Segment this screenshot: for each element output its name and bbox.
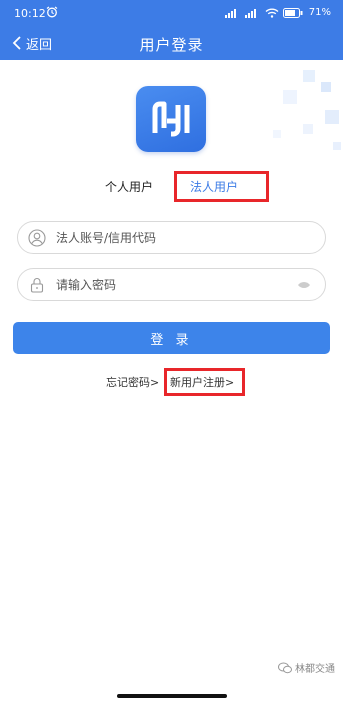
watermark-text: 林都交通 (295, 664, 335, 675)
nav-bar: 返回 用户登录 (0, 26, 343, 60)
app-logo (136, 86, 206, 152)
status-icons: 71% (224, 7, 331, 18)
alarm-icon (46, 6, 58, 18)
password-input[interactable] (56, 269, 296, 300)
signal-icon-2 (244, 8, 256, 18)
signal-icon (224, 8, 236, 18)
home-indicator[interactable] (117, 694, 227, 698)
lock-icon (30, 278, 44, 293)
battery-icon (282, 7, 303, 18)
status-time: 10:12 (14, 7, 46, 20)
header: 10:12 71% 返回 用户登录 (0, 0, 343, 60)
forgot-password-link[interactable]: 忘记密码> (106, 374, 159, 390)
login-button[interactable]: 登 录 (13, 322, 330, 354)
account-field (17, 221, 326, 254)
password-field (17, 268, 326, 301)
status-bar: 10:12 71% (0, 0, 343, 26)
user-icon (28, 229, 46, 247)
user-type-tabs: 个人用户 (0, 170, 343, 202)
tab-legal-user[interactable]: 法人用户 (190, 178, 238, 195)
tab-personal-user[interactable]: 个人用户 (105, 178, 153, 195)
register-link[interactable]: 新用户注册> (170, 374, 234, 390)
wechat-icon (278, 662, 292, 673)
eye-icon[interactable] (297, 281, 311, 289)
wifi-icon (265, 8, 279, 18)
account-input[interactable] (56, 222, 296, 253)
page-title: 用户登录 (139, 36, 204, 54)
battery-level: 71% (308, 7, 331, 18)
watermark: 林都交通 (278, 660, 335, 675)
